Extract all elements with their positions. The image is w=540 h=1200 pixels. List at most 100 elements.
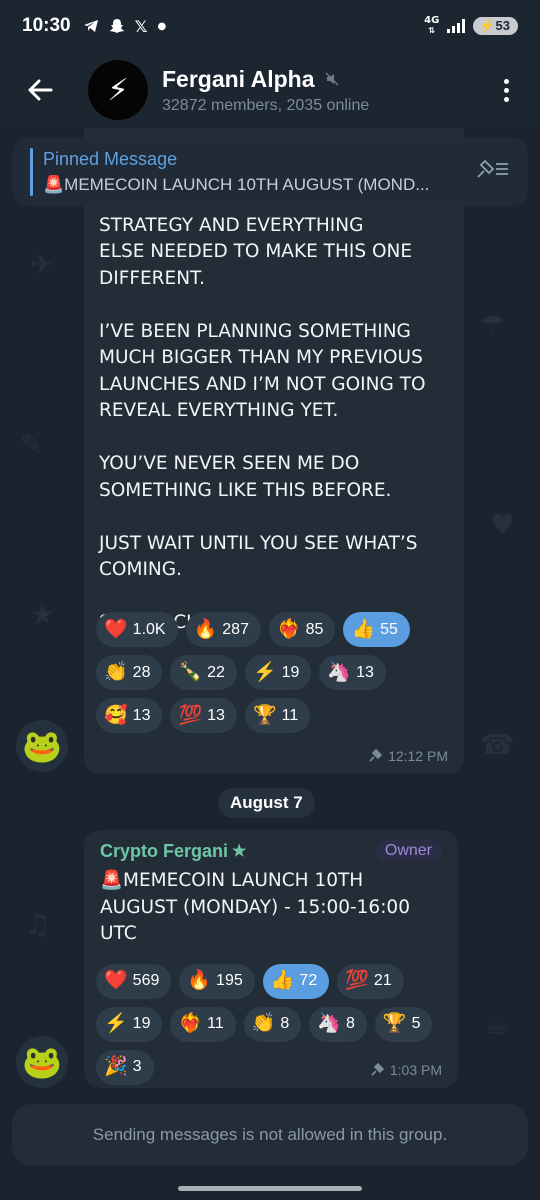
reaction-chip[interactable]: ❤️ 569 bbox=[96, 963, 172, 999]
reaction-chip[interactable]: ⚡ 19 bbox=[96, 1006, 163, 1042]
reaction-emoji-icon: ❤️‍🔥 bbox=[178, 1013, 203, 1034]
reaction-emoji-icon: 🍾 bbox=[178, 661, 203, 683]
status-bar: 10:30 𝕏 ● 4G ⇅ ⚡53 bbox=[0, 0, 540, 52]
doodle-icon: ✎ bbox=[20, 428, 44, 461]
reaction-emoji-icon: 🎉 bbox=[104, 1056, 128, 1077]
reaction-count: 5 bbox=[411, 1015, 421, 1032]
reaction-emoji-icon: ❤️ bbox=[104, 618, 128, 640]
chat-title: Fergani Alpha bbox=[162, 65, 315, 92]
reaction-chip[interactable]: ❤️‍🔥 85 bbox=[268, 612, 336, 647]
message-time: 1:03 PM bbox=[389, 1062, 442, 1078]
reaction-emoji-icon: 🏆 bbox=[252, 704, 277, 726]
reaction-chip[interactable]: 👏 8 bbox=[243, 1006, 302, 1042]
message-restriction-notice: Sending messages is not allowed in this … bbox=[12, 1104, 528, 1166]
sender-name[interactable]: Crypto Fergani bbox=[100, 841, 228, 862]
snapchat-icon bbox=[109, 19, 124, 33]
reaction-emoji-icon: ⚡ bbox=[104, 1013, 128, 1034]
message-bubble[interactable]: WEBSITE, THE MINI-GAME, THE STRATEGY AND… bbox=[84, 128, 464, 774]
doodle-icon: ☂ bbox=[480, 308, 506, 341]
frog-astronaut-icon: 🐸 bbox=[22, 727, 62, 765]
message-bubble[interactable]: Crypto Fergani ★ Owner 🚨MEMECOIN LAUNCH … bbox=[84, 830, 458, 1088]
reaction-chip[interactable]: 💯 21 bbox=[337, 963, 404, 999]
message-meta: 1:03 PM bbox=[370, 1062, 442, 1078]
reaction-chip[interactable]: 👏 28 bbox=[96, 655, 163, 690]
reaction-count: 8 bbox=[346, 1015, 355, 1032]
reaction-emoji-icon: ⚡ bbox=[252, 661, 277, 683]
reaction-count: 11 bbox=[207, 1015, 224, 1032]
user-avatar[interactable]: 🐸 bbox=[16, 1036, 68, 1088]
reaction-count: 22 bbox=[207, 663, 225, 681]
message-text: 🚨MEMECOIN LAUNCH 10TH AUGUST (MONDAY) - … bbox=[100, 870, 410, 944]
doodle-icon: ✈ bbox=[30, 248, 54, 281]
reaction-chip[interactable]: ❤️‍🔥 11 bbox=[170, 1006, 236, 1042]
pin-indicator bbox=[30, 148, 33, 196]
reaction-chip[interactable]: 🥰 13 bbox=[96, 698, 163, 733]
reaction-count: 8 bbox=[280, 1015, 290, 1032]
chat-info[interactable]: Fergani Alpha 32872 members, 2035 online bbox=[162, 66, 369, 115]
reaction-count: 13 bbox=[132, 706, 151, 724]
more-menu-button[interactable] bbox=[494, 78, 518, 102]
reaction-count: 28 bbox=[132, 663, 151, 681]
reaction-emoji-icon: 💯 bbox=[345, 970, 369, 991]
pinned-title: Pinned Message bbox=[43, 149, 178, 169]
date-separator: August 7 bbox=[218, 788, 315, 818]
more-dots-icon bbox=[503, 78, 509, 84]
reaction-emoji-icon: 🔥 bbox=[193, 618, 218, 640]
reaction-emoji-icon: 👍 bbox=[270, 970, 295, 991]
muted-icon bbox=[324, 72, 339, 86]
reaction-chip[interactable]: 👍 72 bbox=[262, 963, 330, 999]
reaction-chip[interactable]: 🔥 287 bbox=[185, 612, 261, 647]
battery-indicator: ⚡53 bbox=[473, 17, 518, 35]
reaction-count: 11 bbox=[281, 706, 299, 724]
lightning-icon: ⚡ bbox=[107, 72, 129, 108]
frog-astronaut-icon: 🐸 bbox=[22, 1043, 62, 1081]
pin-icon bbox=[371, 1063, 384, 1076]
battery-level: 53 bbox=[495, 18, 510, 33]
reaction-chip[interactable]: 🎉 3 bbox=[96, 1049, 154, 1085]
chat-header: ⚡ Fergani Alpha 32872 members, 2035 onli… bbox=[0, 52, 540, 128]
reaction-count: 569 bbox=[132, 972, 160, 989]
reaction-chip[interactable]: 🏆 5 bbox=[374, 1006, 433, 1042]
doodle-icon: ♥ bbox=[490, 508, 516, 541]
reaction-count: 21 bbox=[373, 972, 392, 989]
status-time: 10:30 bbox=[22, 15, 71, 36]
user-avatar[interactable]: 🐸 bbox=[16, 720, 68, 772]
chat-area[interactable]: ✈ ☂ ✎ ♥ ★ ☎ ♫ ☕ Pinned Message 🚨MEMECOIN… bbox=[0, 128, 540, 1200]
pinned-list-button[interactable] bbox=[470, 158, 514, 186]
message-meta: 12:12 PM bbox=[368, 748, 448, 764]
reaction-count: 19 bbox=[132, 1015, 151, 1032]
pinned-message-bar[interactable]: Pinned Message 🚨MEMECOIN LAUNCH 10TH AUG… bbox=[12, 138, 528, 206]
reaction-count: 3 bbox=[132, 1058, 142, 1075]
reaction-count: 85 bbox=[305, 620, 324, 638]
reaction-chip[interactable]: ❤️ 1.0K bbox=[96, 612, 178, 647]
home-indicator[interactable] bbox=[178, 1186, 362, 1191]
signal-icon bbox=[447, 19, 466, 33]
back-button[interactable] bbox=[10, 60, 70, 120]
reaction-chip[interactable]: 🍾 22 bbox=[170, 655, 237, 690]
group-avatar[interactable]: ⚡ bbox=[88, 60, 148, 120]
notification-icons: 𝕏 ● bbox=[83, 17, 167, 36]
reaction-emoji-icon: 💯 bbox=[178, 704, 203, 726]
reaction-emoji-icon: 🔥 bbox=[187, 970, 212, 991]
reaction-emoji-icon: 🦄 bbox=[327, 661, 352, 683]
reaction-chip[interactable]: 💯 13 bbox=[170, 698, 237, 733]
star-icon: ★ bbox=[232, 843, 247, 860]
network-indicator: 4G ⇅ bbox=[424, 15, 440, 36]
reaction-emoji-icon: 👍 bbox=[351, 618, 376, 640]
reaction-chip[interactable]: 👍 55 bbox=[343, 612, 410, 647]
reaction-chip[interactable]: ⚡ 19 bbox=[244, 655, 312, 690]
owner-badge: Owner bbox=[374, 840, 442, 862]
reaction-count: 13 bbox=[207, 706, 225, 724]
reaction-count: 13 bbox=[356, 663, 374, 681]
message-time: 12:12 PM bbox=[388, 748, 448, 764]
reaction-chip[interactable]: 🦄 8 bbox=[309, 1006, 367, 1042]
reaction-count: 55 bbox=[380, 620, 398, 638]
reaction-chip[interactable]: 🔥 195 bbox=[179, 963, 255, 999]
reaction-count: 19 bbox=[281, 663, 300, 681]
reaction-count: 287 bbox=[222, 620, 249, 638]
reaction-count: 1.0K bbox=[132, 620, 166, 638]
dot-icon: ● bbox=[157, 20, 167, 32]
reaction-chip[interactable]: 🦄 13 bbox=[319, 655, 386, 690]
reaction-chip[interactable]: 🏆 11 bbox=[244, 698, 311, 733]
telegram-icon bbox=[83, 20, 98, 32]
